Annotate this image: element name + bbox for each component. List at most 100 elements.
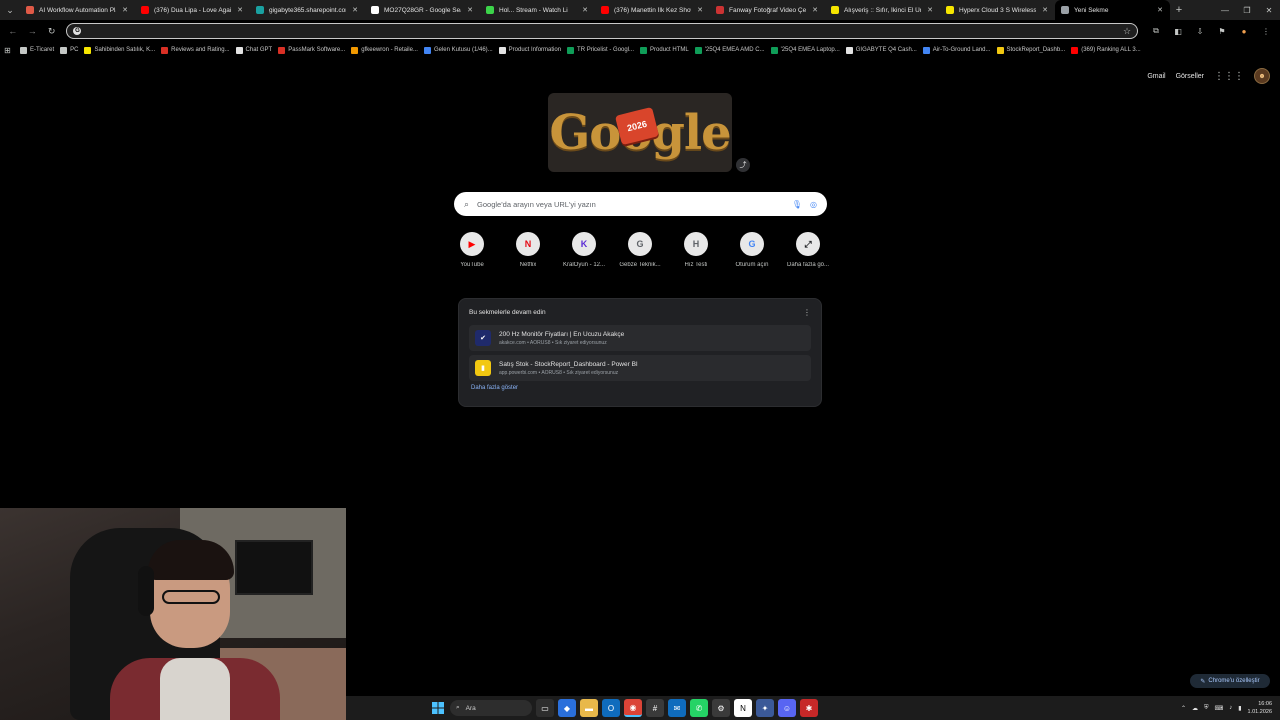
shortcut-tile[interactable]: K KralOyun - 12...	[556, 232, 612, 268]
google-lens-icon[interactable]: ◎	[810, 200, 817, 209]
discord-icon[interactable]: ☺	[778, 699, 796, 717]
bookmark-item[interactable]: PC	[60, 46, 78, 54]
bookmark-item[interactable]: TR Pricelist - Googl...	[567, 46, 634, 54]
tab-6[interactable]: Fanway Fotoğraf Video Çekim ✕	[710, 0, 825, 20]
gmail-link[interactable]: Gmail	[1147, 73, 1165, 80]
tab-8[interactable]: Hyperx Cloud 3 S Wireless/Bl ✕	[940, 0, 1055, 20]
voice-search-icon[interactable]: 🎙	[792, 200, 802, 209]
tab-5[interactable]: (376) Manettin İlk Kez Show ✕	[595, 0, 710, 20]
tab-search-icon[interactable]: ⌄	[0, 0, 20, 20]
tray-overflow-icon[interactable]: ⌃	[1181, 705, 1186, 712]
address-bar[interactable]: G ☆	[66, 23, 1139, 39]
split-view-icon[interactable]: ◧	[1168, 22, 1188, 40]
extension-pin-icon[interactable]: ⚑	[1212, 22, 1232, 40]
share-doodle-icon[interactable]: ⤴	[736, 158, 750, 172]
start-menu-icon[interactable]	[430, 700, 446, 716]
tab-1[interactable]: (376) Dua Lipa - Love Again (✕	[135, 0, 250, 20]
downloads-icon[interactable]: ⇩	[1190, 22, 1210, 40]
restore-icon[interactable]: ❐	[1236, 0, 1258, 20]
bookmark-item[interactable]: Air-To-Ground Land...	[922, 46, 991, 54]
shortcut-tile[interactable]: ▶ YouTube	[444, 232, 500, 268]
account-avatar[interactable]: ☻	[1254, 68, 1270, 84]
bookmark-item[interactable]: '25Q4 EMEA Laptop...	[770, 46, 840, 54]
tab-close-icon[interactable]: ✕	[1156, 6, 1164, 14]
network-icon[interactable]: ⌨	[1215, 705, 1224, 712]
chrome-icon[interactable]: ◉	[624, 699, 642, 717]
volume-icon[interactable]: ♪	[1229, 705, 1232, 711]
back-icon[interactable]: ←	[4, 22, 21, 40]
profile-icon[interactable]: ●	[1234, 22, 1254, 40]
outlook-icon[interactable]: O	[602, 699, 620, 717]
mail-icon[interactable]: ✉	[668, 699, 686, 717]
copilot-icon[interactable]: ◆	[558, 699, 576, 717]
tab-4[interactable]: Hol... Stream - Watch Li ✕	[480, 0, 595, 20]
tab-close-icon[interactable]: ✕	[351, 6, 359, 14]
shortcut-tile[interactable]: N Netflix	[500, 232, 556, 268]
tab-close-icon[interactable]: ✕	[236, 6, 244, 14]
tab-close-icon[interactable]: ✕	[121, 6, 129, 14]
bookmark-item[interactable]: '25Q4 EMEA AMD C...	[694, 46, 765, 54]
app-icon-red[interactable]: ✱	[800, 699, 818, 717]
bookmark-star-icon[interactable]: ☆	[1123, 26, 1131, 37]
bookmark-item[interactable]: Product Information	[498, 46, 561, 54]
images-link[interactable]: Görseller	[1176, 73, 1204, 80]
customize-chrome-button[interactable]: ✎ Chrome'u özelleştir	[1190, 674, 1270, 688]
continue-tab-item[interactable]: ▮ Satış Stok - StockReport_Dashboard - Po…	[469, 355, 811, 381]
bookmark-item[interactable]: Sahibinden Satılık, K...	[84, 46, 155, 54]
continue-item-subtitle: akakce.com • AORUS8 • Sık ziyaret ediyor…	[499, 339, 607, 346]
minimize-icon[interactable]: —	[1214, 0, 1236, 20]
menu-icon[interactable]: ⋮	[1256, 22, 1276, 40]
tab-close-icon[interactable]: ✕	[696, 6, 704, 14]
google-doodle[interactable]: Google 2026	[548, 93, 732, 172]
calculator-icon[interactable]: #	[646, 699, 664, 717]
settings-icon[interactable]: ⚙	[712, 699, 730, 717]
google-apps-icon[interactable]: ⋮⋮⋮	[1214, 71, 1244, 82]
tab-close-icon[interactable]: ✕	[466, 6, 474, 14]
bookmark-item[interactable]: Product HTML	[640, 46, 689, 54]
extensions-icon[interactable]: ⧉	[1146, 22, 1166, 40]
bookmark-item[interactable]: E-Ticaret	[20, 46, 54, 54]
show-more-link[interactable]: Daha fazla göster	[469, 385, 811, 391]
tab-close-icon[interactable]: ✕	[1041, 6, 1049, 14]
bookmark-item[interactable]: (369) Ranking ALL 3...	[1071, 46, 1141, 54]
bookmark-item[interactable]: GIGABYTE Q4 Cash...	[845, 46, 917, 54]
tab-7[interactable]: Alışveriş :: Sıfır, İkinci El Ürünle ✕	[825, 0, 940, 20]
onedrive-icon[interactable]: ☁	[1192, 705, 1198, 712]
task-view-icon[interactable]: ▭	[536, 699, 554, 717]
continue-tab-item[interactable]: ✔ 200 Hz Monitör Fiyatları | En Ucuzu Aka…	[469, 325, 811, 351]
card-more-icon[interactable]: ⋮	[803, 308, 811, 317]
bookmark-item[interactable]: Reviews and Rating...	[161, 46, 230, 54]
bookmark-item[interactable]: Chat GPT	[235, 46, 272, 54]
tab-9[interactable]: Yeni Sekme ✕	[1055, 0, 1170, 20]
apps-grid-icon[interactable]: ⊞	[4, 46, 14, 55]
reload-icon[interactable]: ↻	[43, 22, 60, 40]
shortcut-tile[interactable]: ⤢ Daha fazla gö...	[780, 232, 836, 268]
tab-0[interactable]: AI Workflow Automation Platf ✕	[20, 0, 135, 20]
forward-icon[interactable]: →	[23, 22, 40, 40]
notion-icon[interactable]: N	[734, 699, 752, 717]
bookmark-item[interactable]: Gelen Kutusu (1/46)...	[423, 46, 493, 54]
bookmark-item[interactable]: gfkeewron - Retaile...	[351, 46, 418, 54]
tab-close-icon[interactable]: ✕	[926, 6, 934, 14]
tab-3[interactable]: MO27Q28GR - Google Search ✕	[365, 0, 480, 20]
tab-close-icon[interactable]: ✕	[581, 6, 589, 14]
taskbar-search[interactable]: ⌕ Ara	[450, 700, 532, 716]
taskbar-clock[interactable]: 16:06 1.01.2026	[1248, 700, 1272, 716]
file-explorer-icon[interactable]: ▬	[580, 699, 598, 717]
search-input[interactable]	[477, 199, 784, 209]
close-window-icon[interactable]: ✕	[1258, 0, 1280, 20]
battery-icon[interactable]: ▮	[1238, 705, 1241, 712]
whatsapp-icon[interactable]: ✆	[690, 699, 708, 717]
shortcut-tile[interactable]: G Oturum açın	[724, 232, 780, 268]
shortcut-tile[interactable]: G Gebze Teknik...	[612, 232, 668, 268]
security-icon[interactable]: ⛨	[1204, 705, 1209, 712]
app-icon-blue[interactable]: ✦	[756, 699, 774, 717]
bookmark-item[interactable]: PassMark Software...	[278, 46, 345, 54]
bookmark-item[interactable]: StockReport_Dashb...	[996, 46, 1065, 54]
tab-2[interactable]: gigabyte365.sharepoint.com/ ✕	[250, 0, 365, 20]
new-tab-button[interactable]: +	[1170, 4, 1188, 16]
tab-close-icon[interactable]: ✕	[811, 6, 819, 14]
google-search-box[interactable]: ⌕ 🎙 ◎	[454, 192, 827, 216]
shortcut-tile[interactable]: H Hız Testi	[668, 232, 724, 268]
address-input[interactable]	[87, 27, 1117, 35]
